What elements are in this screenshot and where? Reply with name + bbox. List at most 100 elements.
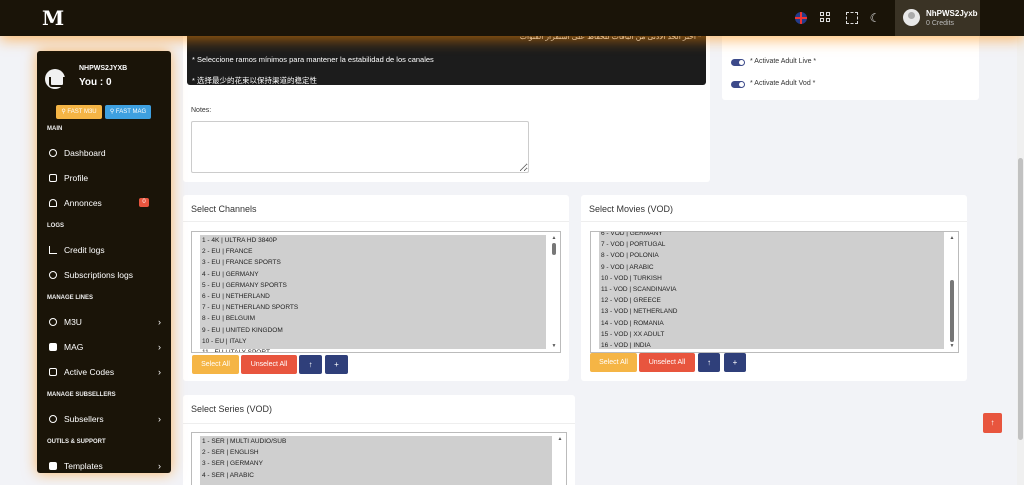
channels-option[interactable]: 4 - EU | GERMANY	[200, 269, 546, 280]
section-outils-support: OUTILS & SUPPORT	[47, 439, 106, 445]
sidebar-item-credit-logs[interactable]: Credit logs	[49, 243, 161, 257]
chart-icon	[49, 246, 57, 254]
sidebar: NHPWS2JYXB You : 0 ⚲ FAST M3U ⚲ FAST MAG…	[37, 51, 171, 473]
scroll-to-top-button[interactable]: ↑	[983, 413, 1002, 433]
link-icon	[49, 318, 57, 326]
moon-icon[interactable]: ☾	[869, 12, 881, 24]
channels-option[interactable]: 6 - EU | NETHERLAND	[200, 291, 546, 302]
notice-box: * اختر الحد الأدنى من الباقات للحفاظ على…	[187, 30, 706, 85]
movies-option[interactable]: 9 - VOD | ARABIC	[599, 262, 944, 273]
channels-title: Select Channels	[191, 204, 257, 214]
uk-flag-icon[interactable]	[795, 12, 807, 24]
notice-spanish: * Seleccione ramos mínimos para mantener…	[192, 55, 434, 64]
notes-textarea[interactable]	[191, 121, 529, 173]
series-listbox[interactable]: 1 - SER | MULTI AUDIO/SUB 2 - SER | ENGLI…	[191, 432, 567, 485]
channels-option[interactable]: 5 - EU | GERMANY SPORTS	[200, 280, 546, 291]
movies-option[interactable]: 16 - VOD | INDIA	[599, 340, 944, 351]
movies-scrollbar[interactable]: ▲ ▼	[948, 235, 956, 349]
channels-scrollbar[interactable]: ▲ ▼	[550, 235, 558, 349]
movies-option[interactable]: 6 - VOD | GERMANY	[599, 232, 944, 239]
series-option[interactable]: 4 - SER | ARABIC	[200, 470, 552, 481]
movies-option[interactable]: 15 - VOD | XX ADULT	[599, 329, 944, 340]
series-option[interactable]: 2 - SER | ENGLISH	[200, 447, 552, 458]
sidebar-item-annonces[interactable]: Annonces 0	[49, 196, 161, 210]
sidebar-item-profile[interactable]: Profile	[49, 171, 161, 185]
channels-option[interactable]: 7 - EU | NETHERLAND SPORTS	[200, 302, 546, 313]
app-logo[interactable]: M	[42, 6, 64, 30]
sidebar-item-subsellers[interactable]: Subsellers ›	[49, 412, 161, 426]
page-scrollbar[interactable]	[1017, 36, 1024, 485]
adult-live-toggle[interactable]	[731, 59, 745, 66]
channels-option[interactable]: 8 - EU | BELGUIM	[200, 313, 546, 324]
user-credits: 0 Credits	[926, 20, 955, 27]
sidebar-item-active-codes[interactable]: Active Codes ›	[49, 365, 161, 379]
channels-option[interactable]: 2 - EU | FRANCE	[200, 246, 546, 257]
channels-unselect-all-button[interactable]: Unselect All	[241, 355, 297, 374]
sidebar-you-label: You : 0	[79, 77, 112, 88]
movies-unselect-all-button[interactable]: Unselect All	[639, 353, 695, 372]
chevron-right-icon: ›	[158, 461, 161, 471]
movies-option[interactable]: 7 - VOD | PORTUGAL	[599, 239, 944, 250]
series-title: Select Series (VOD)	[191, 404, 273, 414]
chevron-right-icon: ›	[158, 414, 161, 424]
movies-option[interactable]: 13 - VOD | NETHERLAND	[599, 306, 944, 317]
chevron-right-icon: ›	[158, 367, 161, 377]
list-icon	[49, 368, 57, 376]
fast-m3u-button[interactable]: ⚲ FAST M3U	[56, 105, 102, 119]
profile-icon	[49, 174, 57, 182]
sidebar-item-m3u[interactable]: M3U ›	[49, 315, 161, 329]
section-manage-subsellers: MANAGE SUBSELLERS	[47, 392, 116, 398]
series-option[interactable]: 1 - SER | MULTI AUDIO/SUB	[200, 436, 552, 447]
chevron-right-icon: ›	[158, 317, 161, 327]
notes-label: Notes:	[191, 107, 212, 114]
fast-mag-button[interactable]: ⚲ FAST MAG	[105, 105, 151, 119]
section-manage-lines: MANAGE LINES	[47, 295, 94, 301]
chevron-right-icon: ›	[158, 342, 161, 352]
bell-icon	[49, 199, 57, 207]
channels-option[interactable]: 9 - EU | UNITED KINGDOM	[200, 325, 546, 336]
channels-move-up-button[interactable]: ↑	[299, 355, 322, 374]
series-options: 1 - SER | MULTI AUDIO/SUB 2 - SER | ENGLI…	[200, 436, 552, 485]
movies-move-up-button[interactable]: ↑	[698, 353, 720, 372]
movies-options: 6 - VOD | GERMANY 7 - VOD | PORTUGAL 8 - V…	[599, 232, 944, 351]
movies-listbox[interactable]: 6 - VOD | GERMANY 7 - VOD | PORTUGAL 8 - V…	[590, 231, 959, 353]
channels-option[interactable]: 10 - EU | ITALY	[200, 336, 546, 347]
movies-option[interactable]: 10 - VOD | TURKISH	[599, 273, 944, 284]
movies-option[interactable]: 8 - VOD | POLONIA	[599, 250, 944, 261]
channels-add-button[interactable]: +	[325, 355, 348, 374]
link-icon	[49, 271, 57, 279]
series-option[interactable]: 3 - SER | GERMANY	[200, 458, 552, 469]
movies-select-all-button[interactable]: Select All	[590, 353, 637, 372]
sidebar-item-mag[interactable]: MAG ›	[49, 340, 161, 354]
channels-options: 1 - 4K | ULTRA HD 3840P 2 - EU | FRANCE 3 …	[200, 235, 546, 352]
channels-option[interactable]: 1 - 4K | ULTRA HD 3840P	[200, 235, 546, 246]
dashboard-icon	[49, 149, 57, 157]
plus-square-icon	[49, 343, 57, 351]
sidebar-item-subscriptions-logs[interactable]: Subscriptions logs	[49, 268, 161, 282]
avatar	[903, 9, 920, 26]
fullscreen-icon[interactable]	[846, 12, 858, 24]
annonces-badge: 0	[139, 198, 149, 207]
movies-add-button[interactable]: +	[724, 353, 746, 372]
movies-option[interactable]: 14 - VOD | ROMANIA	[599, 318, 944, 329]
users-icon	[49, 415, 57, 423]
channels-option[interactable]: 3 - EU | FRANCE SPORTS	[200, 257, 546, 268]
channels-option[interactable]: 11 - EU | ITALY SPORT	[200, 347, 546, 352]
user-menu[interactable]: NhPWS2Jyxb 0 Credits	[895, 0, 980, 36]
adult-vod-label: * Activate Adult Vod *	[750, 80, 816, 87]
adult-vod-toggle[interactable]	[731, 81, 745, 88]
series-scrollbar[interactable]: ▲	[556, 436, 564, 485]
grid-icon[interactable]	[820, 12, 832, 24]
sidebar-item-dashboard[interactable]: Dashboard	[49, 146, 161, 160]
section-main: MAIN	[47, 126, 63, 132]
template-icon	[49, 462, 57, 470]
user-name: NhPWS2Jyxb	[926, 9, 978, 18]
movies-option[interactable]: 11 - VOD | SCANDINAVIA	[599, 284, 944, 295]
movies-option[interactable]: 12 - VOD | GREECE	[599, 295, 944, 306]
movies-title: Select Movies (VOD)	[589, 204, 674, 214]
channels-select-all-button[interactable]: Select All	[192, 355, 239, 374]
adult-live-label: * Activate Adult Live *	[750, 58, 817, 65]
sidebar-item-templates[interactable]: Templates ›	[49, 459, 161, 473]
section-logs: LOGS	[47, 223, 65, 229]
channels-listbox[interactable]: 1 - 4K | ULTRA HD 3840P 2 - EU | FRANCE 3 …	[191, 231, 561, 353]
